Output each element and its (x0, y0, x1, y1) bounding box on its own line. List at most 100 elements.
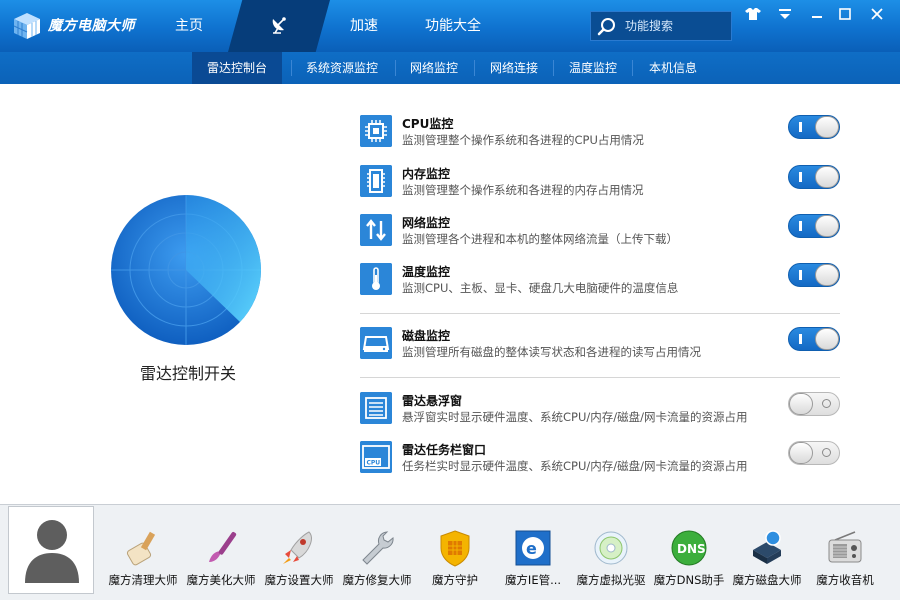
tool-label: 魔方修复大师 (342, 573, 412, 587)
feature-row-taskbar-window: CPU 雷达任务栏窗口 任务栏实时显示硬件温度、系统CPU/内存/磁盘/网卡流量… (360, 441, 840, 485)
subtab-radar-console[interactable]: 雷达控制台 (192, 52, 282, 84)
subtab-machine-info[interactable]: 本机信息 (638, 52, 708, 84)
tab-speed[interactable]: 加速 (330, 0, 398, 52)
tool-label: 魔方清理大师 (108, 573, 178, 587)
menu-icon[interactable] (774, 4, 796, 24)
maximize-icon[interactable] (834, 4, 856, 24)
disc-icon (594, 531, 628, 565)
toggle-mark (799, 221, 802, 231)
tool-repair-master[interactable]: 魔方修复大师 (338, 528, 416, 594)
tool-label: 魔方收音机 (816, 573, 874, 587)
section-divider (360, 377, 840, 378)
shield-icon (440, 530, 470, 567)
toggle-knob (815, 328, 839, 350)
toggle-knob (815, 166, 839, 188)
user-avatar-box[interactable] (8, 506, 94, 594)
rocket-icon (283, 531, 312, 564)
toggle-mark (799, 270, 802, 280)
tool-label: 魔方IE管... (504, 573, 562, 587)
subtab-network-monitor[interactable]: 网络监控 (400, 52, 468, 84)
tab-home[interactable]: 主页 (150, 0, 228, 52)
svg-text:DNS: DNS (677, 542, 706, 556)
disk-icon (360, 327, 392, 359)
tool-virtual-drive[interactable]: 魔方虚拟光驱 (572, 528, 650, 594)
feature-desc: 监测管理所有磁盘的整体读写状态和各进程的读写占用情况 (402, 345, 701, 359)
brush-icon (126, 531, 156, 566)
skin-icon[interactable] (742, 4, 764, 24)
feature-desc: 任务栏实时显示硬件温度、系统CPU/内存/磁盘/网卡流量的资源占用 (402, 459, 748, 473)
search-box[interactable] (590, 11, 732, 41)
feature-desc: 监测管理整个操作系统和各进程的CPU占用情况 (402, 133, 644, 147)
cpu-icon (360, 115, 392, 147)
feature-desc: 监测管理各个进程和本机的整体网络流量（上传下载） (402, 232, 678, 246)
feature-title: 网络监控 (402, 216, 451, 230)
radio-icon (828, 531, 862, 563)
cpu-monitor-toggle[interactable] (788, 115, 840, 139)
subnav-separator (474, 60, 475, 76)
feature-row-temperature: 温度监控 监测CPU、主板、显卡、硬盘几大电脑硬件的温度信息 (360, 263, 840, 307)
toggle-knob (815, 116, 839, 138)
feature-title: CPU监控 (402, 117, 454, 131)
tab-all-functions[interactable]: 功能大全 (408, 0, 498, 52)
toggle-mark (799, 334, 802, 344)
toggle-knob (789, 442, 813, 464)
subtab-network-connection[interactable]: 网络连接 (480, 52, 548, 84)
tool-dns-helper[interactable]: DNS 魔方DNS助手 (650, 528, 728, 594)
feature-title: 雷达任务栏窗口 (402, 443, 487, 457)
feature-row-cpu: CPU监控 监测管理整个操作系统和各进程的CPU占用情况 (360, 115, 840, 159)
close-icon[interactable] (866, 4, 888, 24)
minimize-icon[interactable] (806, 4, 828, 24)
feature-title: 温度监控 (402, 265, 451, 279)
subnav-separator (291, 60, 292, 76)
toggle-mark (822, 399, 831, 408)
feature-row-float-window: 雷达悬浮窗 悬浮窗实时显示硬件温度、系统CPU/内存/磁盘/网卡流量的资源占用 (360, 392, 840, 436)
tool-label: 魔方虚拟光驱 (576, 573, 646, 587)
tool-settings-master[interactable]: 魔方设置大师 (260, 528, 338, 594)
search-input[interactable] (625, 17, 725, 35)
tool-ie-manager[interactable]: e 魔方IE管... (494, 528, 572, 594)
app-title: 魔方电脑大师 (48, 18, 135, 34)
feature-row-disk: 磁盘监控 监测管理所有磁盘的整体读写状态和各进程的读写占用情况 (360, 327, 840, 371)
tool-clean-master[interactable]: 魔方清理大师 (104, 528, 182, 594)
toggle-mark (799, 172, 802, 182)
tool-label: 魔方守护 (432, 573, 478, 587)
toggle-knob (815, 264, 839, 286)
feature-row-memory: 内存监控 监测管理整个操作系统和各进程的内存占用情况 (360, 165, 840, 209)
tool-beautify-master[interactable]: 魔方美化大师 (182, 528, 260, 594)
feature-desc: 悬浮窗实时显示硬件温度、系统CPU/内存/磁盘/网卡流量的资源占用 (402, 410, 748, 424)
float-window-toggle[interactable] (788, 392, 840, 416)
network-monitor-toggle[interactable] (788, 214, 840, 238)
subnav-separator (553, 60, 554, 76)
temperature-monitor-toggle[interactable] (788, 263, 840, 287)
tool-label: 魔方设置大师 (264, 573, 334, 587)
svg-text:CPU: CPU (367, 460, 381, 467)
float-window-icon (360, 392, 392, 424)
tab-radar[interactable] (228, 0, 330, 52)
taskbar-window-toggle[interactable] (788, 441, 840, 465)
feature-title: 雷达悬浮窗 (402, 394, 463, 408)
tool-radio[interactable]: 魔方收音机 (806, 528, 884, 594)
feature-desc: 监测CPU、主板、显卡、硬盘几大电脑硬件的温度信息 (402, 281, 679, 295)
satellite-dish-icon (272, 17, 286, 34)
feature-desc: 监测管理整个操作系统和各进程的内存占用情况 (402, 183, 644, 197)
cube-logo-icon (13, 13, 40, 39)
feature-title: 磁盘监控 (402, 329, 451, 343)
tool-label: 魔方DNS助手 (653, 573, 725, 587)
tool-guard[interactable]: 魔方守护 (416, 528, 494, 594)
subtab-system-resource[interactable]: 系统资源监控 (296, 52, 388, 84)
tool-label: 魔方磁盘大师 (732, 573, 802, 587)
thermometer-icon (360, 263, 392, 295)
memory-icon (360, 165, 392, 197)
taskbar-window-icon: CPU (360, 441, 392, 473)
avatar-icon (25, 520, 79, 583)
subtab-temperature[interactable]: 温度监控 (559, 52, 627, 84)
toggle-knob (815, 215, 839, 237)
toggle-knob (789, 393, 813, 415)
tool-disk-master[interactable]: 魔方磁盘大师 (728, 528, 806, 594)
feature-row-network: 网络监控 监测管理各个进程和本机的整体网络流量（上传下载） (360, 214, 840, 258)
memory-monitor-toggle[interactable] (788, 165, 840, 189)
section-divider (360, 313, 840, 314)
radar-switch-icon[interactable] (110, 194, 262, 346)
toggle-mark (822, 448, 831, 457)
disk-monitor-toggle[interactable] (788, 327, 840, 351)
